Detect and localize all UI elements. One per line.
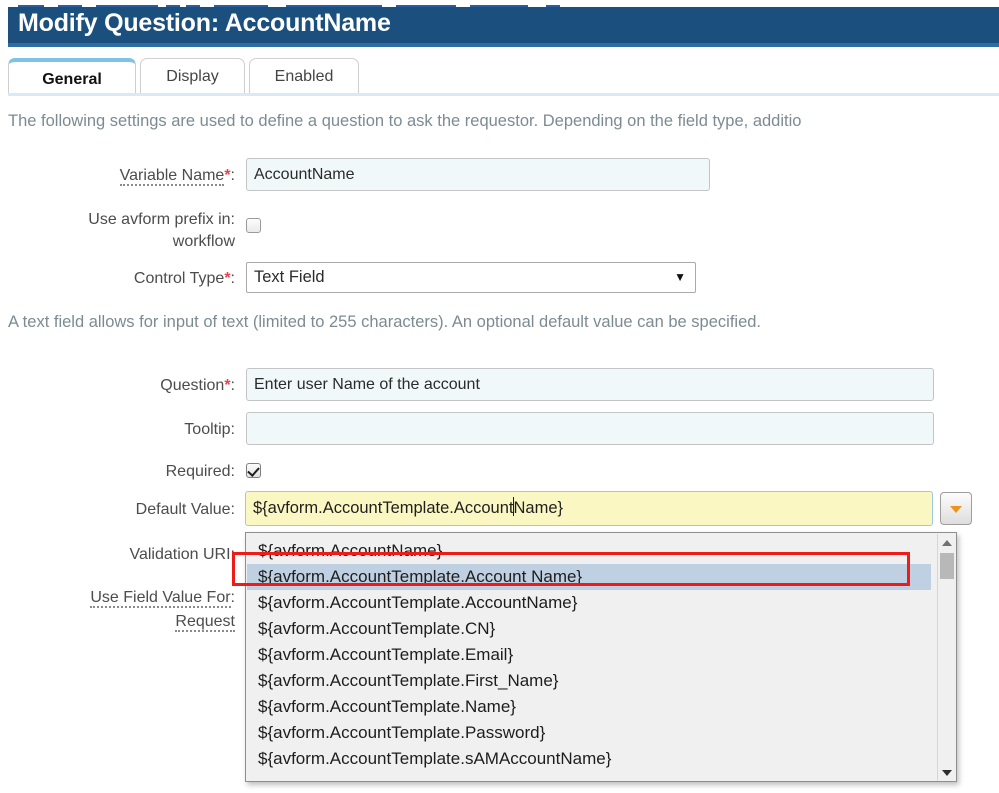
question-colon: :	[230, 377, 235, 394]
variable-name-label: Variable Name*:	[0, 166, 235, 186]
page-header-bar: Modify Question: AccountName	[8, 7, 999, 47]
default-value-colon: :	[230, 501, 235, 518]
avform-prefix-label-line2-wrap: workflow	[0, 232, 235, 252]
default-value-dropdown-button[interactable]	[940, 492, 972, 525]
use-field-value-for-label-line2: Request	[175, 613, 235, 632]
use-field-value-for-colon: :	[230, 589, 235, 606]
autocomplete-option[interactable]: ${avform.AccountTemplate.Email}	[247, 642, 931, 668]
required-label: Required:	[0, 462, 235, 482]
avform-prefix-label-line2: workflow	[172, 233, 235, 250]
autocomplete-option[interactable]: ${avform.AccountTemplate.sAMAccountName}	[247, 746, 931, 772]
avform-prefix-label: Use avform prefix in:	[0, 210, 235, 230]
autocomplete-option[interactable]: ${avform.AccountName}	[247, 538, 931, 564]
variable-name-colon: :	[230, 167, 235, 184]
control-type-description-text: A text field allows for input of text (l…	[8, 313, 762, 331]
triangle-down-icon	[950, 505, 962, 513]
autocomplete-option[interactable]: ${avform.AccountTemplate.Name}	[247, 694, 931, 720]
autocomplete-option[interactable]: ${avform.AccountTemplate.CN}	[247, 616, 931, 642]
validation-uri-label-text: Validation URI	[129, 546, 231, 563]
question-label: Question*:	[0, 376, 235, 396]
required-label-text: Required	[165, 463, 231, 480]
default-value-text-after-caret: Name}	[513, 499, 564, 517]
autocomplete-option[interactable]: ${avform.AccountTemplate.First_Name}	[247, 668, 931, 694]
page-title: Modify Question: AccountName	[18, 9, 391, 37]
control-type-colon: :	[230, 270, 235, 287]
variable-name-label-text: Variable Name	[119, 167, 225, 186]
tab-general[interactable]: General	[8, 58, 136, 93]
required-checkbox[interactable]	[246, 463, 261, 478]
default-value-input[interactable]: ${avform.AccountTemplate.AccountName}	[245, 491, 933, 526]
header-accent-stripe	[8, 43, 999, 47]
truncated-toolbar-strip	[0, 0, 999, 7]
scrollbar-thumb[interactable]	[940, 553, 954, 579]
required-colon: :	[230, 463, 235, 480]
avform-prefix-checkbox[interactable]	[246, 218, 261, 233]
default-value-text-before-caret: ${avform.AccountTemplate.Account	[253, 499, 514, 517]
control-type-select[interactable]: Text Field ▼	[246, 262, 696, 293]
validation-uri-colon: :	[230, 546, 235, 563]
autocomplete-option-selected[interactable]: ${avform.AccountTemplate.Account Name}	[247, 564, 931, 590]
autocomplete-option[interactable]: ${avform.AccountTemplate.Password}	[247, 720, 931, 746]
use-field-value-for-label: Use Field Value For:	[0, 588, 235, 608]
autocomplete-option[interactable]: ${avform.AccountTemplate.AccountName}	[247, 590, 931, 616]
use-field-value-for-line2-wrap: Request	[0, 612, 235, 632]
tab-display[interactable]: Display	[140, 58, 245, 93]
general-description-text: The following settings are used to defin…	[8, 112, 802, 130]
avform-prefix-colon: :	[230, 211, 235, 228]
default-value-label: Default Value:	[0, 500, 235, 520]
control-type-label-text: Control Type	[133, 270, 225, 287]
control-type-label: Control Type*:	[0, 269, 235, 289]
tooltip-label: Tooltip:	[0, 420, 235, 440]
chevron-down-icon: ▼	[674, 270, 686, 284]
tooltip-colon: :	[230, 421, 235, 438]
default-value-label-text: Default Value	[135, 501, 231, 518]
tab-bar-underline	[8, 93, 999, 96]
validation-uri-label: Validation URI:	[0, 545, 235, 565]
avform-prefix-label-line1: Use avform prefix in	[88, 211, 231, 228]
tooltip-label-text: Tooltip	[184, 421, 231, 438]
use-field-value-for-label-line1: Use Field Value For	[90, 589, 231, 608]
variable-name-input[interactable]: AccountName	[246, 158, 710, 191]
autocomplete-scrollbar[interactable]	[937, 534, 955, 781]
scroll-down-arrow-icon[interactable]	[941, 770, 952, 776]
tooltip-input[interactable]	[246, 412, 934, 445]
control-type-selected-value: Text Field	[254, 268, 325, 286]
scroll-up-arrow-icon[interactable]	[941, 540, 952, 546]
tab-bar: General Display Enabled	[8, 55, 999, 96]
tab-enabled[interactable]: Enabled	[249, 58, 359, 93]
question-input[interactable]: Enter user Name of the account	[246, 368, 934, 401]
default-value-autocomplete-list[interactable]: ${avform.AccountName} ${avform.AccountTe…	[245, 532, 957, 782]
question-label-text: Question	[160, 377, 225, 394]
